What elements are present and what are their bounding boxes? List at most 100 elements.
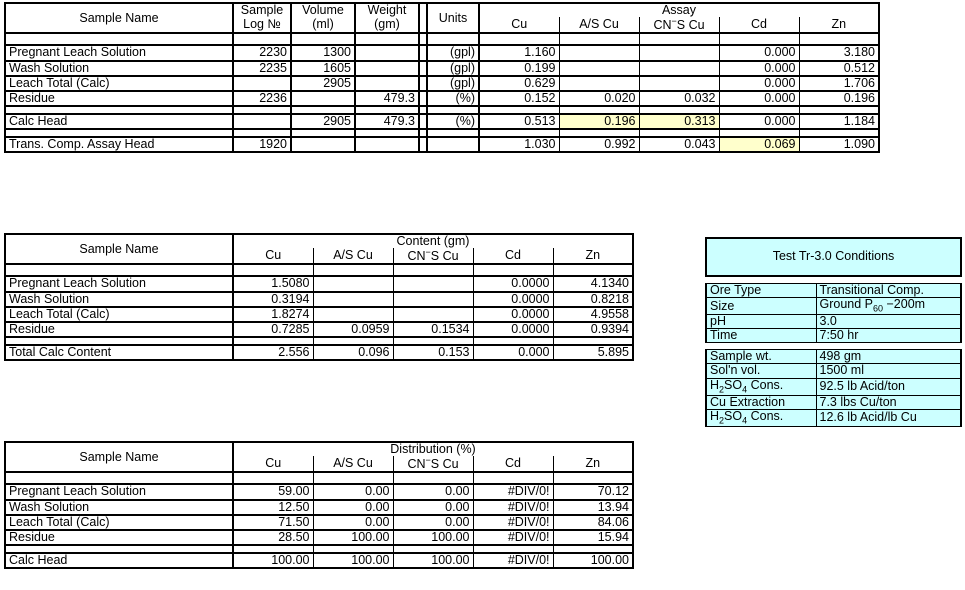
assay-cell-cns-cu: 0.032	[638, 90, 719, 107]
assay-cell-name: Leach Total (Calc)	[4, 75, 234, 92]
assay-header-cns-cu: CN−S Cu	[638, 17, 719, 35]
table-row: Pregnant Leach Solution 1.5080 0.0000 4.134…	[4, 276, 634, 293]
assay-cell-volume: 2905	[290, 113, 355, 131]
assay-header-volume: Volume	[290, 1, 355, 18]
assay-header-cu: Cu	[478, 17, 559, 35]
assay-cell-cd: 0.069	[718, 137, 799, 154]
assay-cell-volume: 1300	[290, 45, 355, 62]
assay-cell-name: Trans. Comp. Assay Head	[4, 137, 234, 154]
assay-spacer-cell	[418, 45, 428, 62]
assay-cell-as-cu: 0.020	[558, 90, 639, 107]
dist-cell-as-cu: 100.00	[312, 529, 393, 546]
conditions-row: Time 7:50 hr	[705, 328, 962, 344]
distribution-table: Sample Name Distribution (%) Cu A/S Cu C…	[4, 440, 634, 570]
content-cell-name: Residue	[4, 321, 234, 338]
assay-cell-log: 2230	[232, 45, 291, 62]
assay-cell-as-cu	[558, 45, 639, 62]
assay-cell-units: (gpl)	[426, 45, 480, 62]
dist-cell-cns-cu: 100.00	[392, 529, 473, 546]
dist-cell-zn: 15.94	[552, 529, 634, 546]
assay-cell-units: (gpl)	[426, 60, 480, 77]
assay-cell-as-cu: 0.992	[558, 137, 639, 154]
assay-cell-cns-cu: 0.313	[638, 113, 719, 131]
content-header-sample-name: Sample Name	[4, 232, 234, 266]
content-cell-name: Wash Solution	[4, 291, 234, 308]
conditions2-value-1: 1500 ml	[816, 363, 962, 379]
assay-cell-zn: 1.706	[798, 75, 880, 92]
dist-cell-as-cu: 0.00	[312, 484, 393, 501]
assay-spacer-cell	[418, 17, 428, 35]
dist-header-cu: Cu	[232, 456, 313, 474]
assay-cell-name: Wash Solution	[4, 60, 234, 77]
assay-cell-weight	[354, 60, 420, 77]
table-row: Residue 0.7285 0.0959 0.1534 0.0000 0.9394	[4, 321, 634, 338]
dist-cell-cd: #DIV/0!	[472, 552, 553, 570]
dist-cell-cu: 28.50	[232, 529, 313, 546]
content-cell-zn: 4.9558	[552, 306, 634, 323]
assay-cell-cns-cu: 0.043	[638, 137, 719, 154]
dist-cell-zn: 13.94	[552, 499, 634, 516]
content-cell-as-cu: 0.096	[312, 344, 393, 362]
assay-header-assay-group: Assay	[479, 1, 880, 18]
dist-cell-cns-cu: 0.00	[392, 514, 473, 531]
dist-cell-cd: #DIV/0!	[472, 484, 553, 501]
table-row: Leach Total (Calc) 2905 (gpl) 0.629 0.000 1.7…	[4, 75, 880, 92]
content-cell-cd: 0.0000	[472, 306, 553, 323]
table-row: Calc Head 100.00 100.00 100.00 #DIV/0! 100.00	[4, 552, 634, 570]
table-row: Calc Head 2905 479.3 (%) 0.513 0.196 0.313 0.00…	[4, 113, 880, 131]
assay-cell-weight: 479.3	[354, 90, 420, 107]
assay-cell-cu: 0.199	[478, 60, 559, 77]
content-cell-cu: 2.556	[232, 344, 313, 362]
content-cell-name: Leach Total (Calc)	[4, 306, 234, 323]
assay-header-units: Units	[426, 1, 480, 35]
table-row: Wash Solution 12.50 0.00 0.00 #DIV/0! 13.94	[4, 499, 634, 516]
assay-cell-name: Residue	[4, 90, 234, 107]
dist-cell-zn: 70.12	[552, 484, 634, 501]
assay-cell-name: Calc Head	[4, 113, 234, 131]
dist-cell-cu: 71.50	[232, 514, 313, 531]
dist-header-cd: Cd	[472, 456, 553, 474]
content-cell-cd: 0.0000	[472, 321, 553, 338]
assay-cell-units: (%)	[426, 90, 480, 107]
table-row: Trans. Comp. Assay Head 1920 1.030 0.992 0.0…	[4, 137, 880, 154]
assay-cell-cd: 0.000	[718, 45, 799, 62]
dist-cell-zn: 84.06	[552, 514, 634, 531]
assay-cell-weight	[354, 137, 420, 154]
assay-cell-zn: 0.196	[798, 90, 880, 107]
assay-cell-cd: 0.000	[718, 90, 799, 107]
assay-cell-volume	[290, 137, 355, 154]
assay-spacer-cell	[418, 60, 428, 77]
dist-header-sample-name: Sample Name	[4, 440, 234, 474]
content-blank-row	[4, 264, 634, 278]
assay-cell-weight	[354, 45, 420, 62]
content-header-cns-cu: CN−S Cu	[392, 248, 473, 266]
assay-cell-weight: 479.3	[354, 113, 420, 131]
content-cell-cu: 1.5080	[232, 276, 313, 293]
content-cell-as-cu: 0.0959	[312, 321, 393, 338]
assay-cell-cu: 0.629	[478, 75, 559, 92]
dist-cell-cu: 59.00	[232, 484, 313, 501]
conditions2-value-0: 498 gm	[816, 349, 962, 365]
dist-cell-name: Pregnant Leach Solution	[4, 484, 234, 501]
conditions2-label-3: Cu Extraction	[705, 394, 817, 410]
conditions-label-3: Time	[705, 328, 817, 344]
table-row: Wash Solution 2235 1605 (gpl) 0.199 0.000 0.51…	[4, 60, 880, 77]
assay-spacer-cell	[418, 1, 428, 18]
dist-blank-row	[4, 472, 634, 486]
content-table: Sample Name Content (gm) Cu A/S Cu CN−S …	[4, 232, 634, 362]
conditions-row: H2SO4 Cons. 12.6 lb Acid/lb Cu	[705, 408, 962, 427]
assay-cell-cu: 1.160	[478, 45, 559, 62]
assay-cell-cu: 0.513	[478, 113, 559, 131]
assay-cell-cd: 0.000	[718, 75, 799, 92]
assay-header-row-1: Sample Name Sample Volume Weight Units A…	[4, 1, 880, 35]
content-cell-cns-cu	[392, 276, 473, 293]
conditions-row: Size Ground P60 −200m	[705, 297, 962, 316]
assay-cell-zn: 1.184	[798, 113, 880, 131]
separator-row	[4, 336, 634, 346]
conditions-value-3: 7:50 hr	[816, 328, 962, 344]
dist-cell-name: Wash Solution	[4, 499, 234, 516]
conditions-value-1: Ground P60 −200m	[816, 297, 962, 316]
conditions-row: H2SO4 Cons. 92.5 lb Acid/ton	[705, 377, 962, 396]
content-cell-name: Pregnant Leach Solution	[4, 276, 234, 293]
assay-header-sample-log: Sample	[232, 1, 291, 18]
